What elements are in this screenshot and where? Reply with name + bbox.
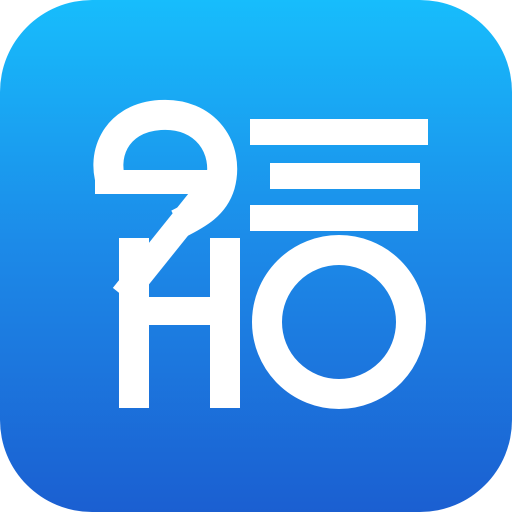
logo-two-base — [95, 170, 210, 194]
app-icon[interactable] — [0, 0, 512, 512]
logo-zero-ring — [252, 235, 426, 409]
logo-mark-icon — [93, 99, 428, 409]
